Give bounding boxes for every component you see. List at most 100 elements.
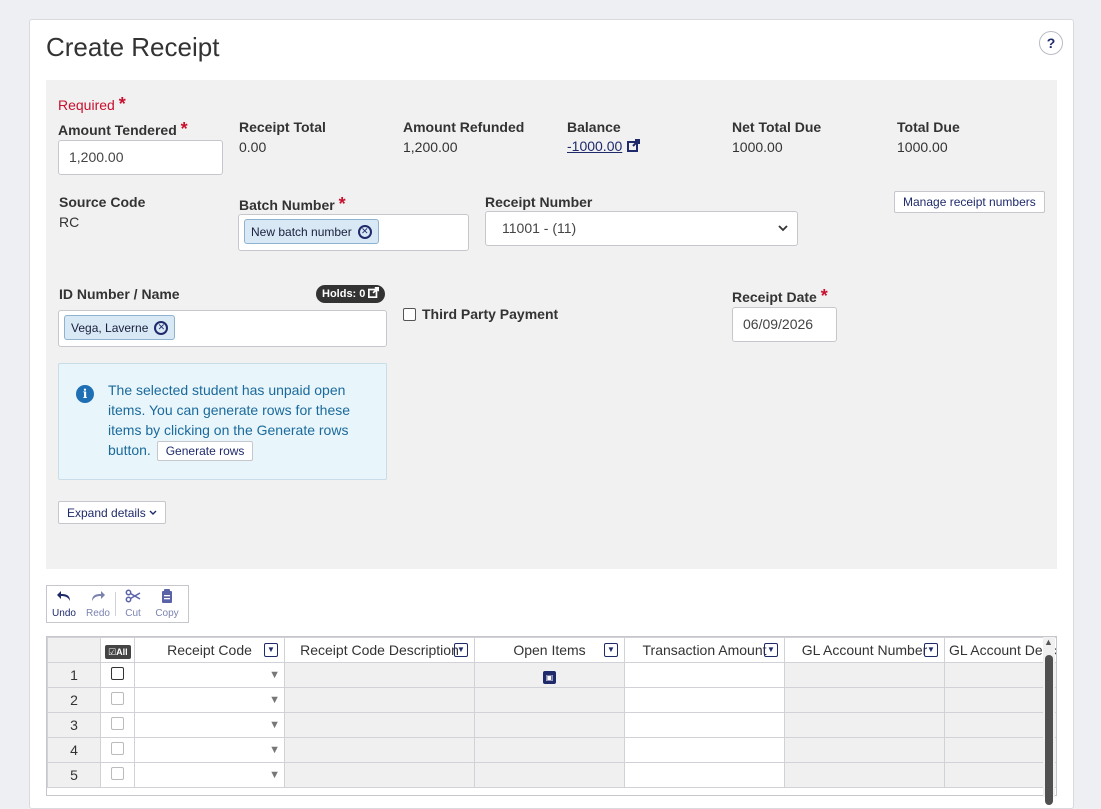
table-row: 4 ▼ — [47, 737, 1056, 763]
transaction-amount-cell[interactable] — [624, 662, 785, 688]
receipt-number-select[interactable]: 11001 - (11) — [485, 211, 798, 246]
student-tag: Vega, Laverne ✕ — [64, 315, 176, 340]
undo-button[interactable]: Undo — [47, 586, 81, 622]
receipt-code-description-cell — [284, 712, 475, 738]
balance-value[interactable]: -1000.00 — [567, 138, 622, 154]
dropdown-arrow-icon[interactable]: ▼ — [269, 694, 280, 706]
third-party-payment[interactable]: Third Party Payment — [403, 306, 558, 322]
receipt-total-value: 0.00 — [239, 139, 267, 155]
open-items-cell — [474, 687, 625, 713]
batch-number-tag: New batch number ✕ — [244, 219, 379, 244]
transaction-amount-cell[interactable] — [624, 687, 785, 713]
scroll-up-icon[interactable]: ▲ — [1044, 637, 1053, 647]
gl-account-number-cell — [784, 687, 945, 713]
gl-account-description-cell — [944, 712, 1056, 738]
expand-details-button[interactable]: Expand details — [58, 501, 167, 524]
redo-icon — [90, 589, 106, 606]
net-total-due-label: Net Total Due — [732, 119, 822, 135]
amount-tendered-label: Amount Tendered * — [58, 119, 188, 139]
column-header-gl-account-number[interactable]: GL Account Number ▼ — [784, 637, 945, 663]
id-number-label: ID Number / Name — [59, 286, 180, 302]
amount-tendered-input[interactable]: 1,200.00 — [58, 140, 223, 175]
transaction-amount-cell[interactable] — [624, 712, 785, 738]
receipt-code-cell[interactable]: ▼ — [134, 712, 285, 738]
undo-icon — [56, 589, 72, 606]
dropdown-arrow-icon[interactable]: ▼ — [269, 744, 280, 756]
row-checkbox[interactable] — [111, 667, 124, 680]
receipt-number-label: Receipt Number — [485, 194, 593, 210]
total-due-label: Total Due — [897, 119, 960, 135]
amount-refunded-label: Amount Refunded — [403, 119, 525, 135]
gl-account-description-cell — [944, 662, 1056, 688]
cut-button[interactable]: Cut — [116, 586, 150, 622]
table-row: 2 ▼ — [47, 687, 1056, 713]
remove-tag-icon[interactable]: ✕ — [357, 224, 372, 239]
external-link-icon[interactable] — [626, 139, 640, 157]
total-due-value: 1000.00 — [897, 139, 948, 155]
select-all-header[interactable]: ☑All — [100, 637, 135, 663]
column-menu-icon[interactable]: ▼ — [454, 643, 468, 657]
chevron-down-icon — [777, 212, 789, 258]
column-menu-icon[interactable]: ▼ — [924, 643, 938, 657]
row-number: 2 — [47, 687, 101, 713]
scrollbar-thumb[interactable] — [1045, 655, 1053, 805]
page-title: Create Receipt — [46, 32, 220, 62]
grid-vertical-scrollbar[interactable]: ▲ — [1043, 637, 1055, 805]
balance-label: Balance — [567, 119, 621, 135]
help-button[interactable]: ? — [1039, 31, 1063, 55]
select-all-chip[interactable]: ☑All — [105, 644, 131, 659]
dropdown-arrow-icon[interactable]: ▼ — [269, 769, 280, 781]
grid-toolbar: Undo Redo Cut Copy — [46, 585, 189, 623]
column-header-gl-account-description[interactable]: GL Account Description — [944, 637, 1056, 663]
holds-badge[interactable]: Holds: 0 — [316, 285, 386, 303]
batch-number-input[interactable]: New batch number ✕ — [238, 214, 469, 251]
clipboard-icon — [160, 589, 174, 606]
column-menu-icon[interactable]: ▼ — [764, 643, 778, 657]
receipt-code-cell[interactable]: ▼ — [134, 662, 285, 688]
third-party-checkbox[interactable] — [403, 307, 416, 321]
receipt-code-description-cell — [284, 737, 475, 763]
row-number: 3 — [47, 712, 101, 738]
column-menu-icon[interactable]: ▼ — [264, 643, 278, 657]
row-checkbox[interactable] — [111, 767, 124, 780]
third-party-label: Third Party Payment — [422, 306, 559, 322]
column-header-transaction-amount[interactable]: Transaction Amount ▼ — [624, 637, 785, 663]
row-checkbox[interactable] — [111, 692, 124, 705]
net-total-due-value: 1000.00 — [732, 139, 783, 155]
receipt-date-input[interactable]: 06/09/2026 — [732, 307, 837, 342]
row-number-header — [47, 637, 101, 663]
copy-button[interactable]: Copy — [150, 586, 184, 622]
receipt-code-cell[interactable]: ▼ — [134, 737, 285, 763]
dropdown-arrow-icon[interactable]: ▼ — [269, 719, 280, 731]
dropdown-arrow-icon[interactable]: ▼ — [269, 669, 280, 681]
row-checkbox[interactable] — [111, 742, 124, 755]
row-number: 1 — [47, 662, 101, 688]
table-row: 3 ▼ — [47, 712, 1056, 738]
remove-tag-icon[interactable]: ✕ — [154, 320, 169, 335]
row-checkbox[interactable] — [111, 717, 124, 730]
amount-refunded-value: 1,200.00 — [403, 139, 458, 155]
column-menu-icon[interactable]: ▼ — [604, 643, 618, 657]
required-star: * — [338, 194, 346, 214]
balance-link[interactable]: -1000.00 — [567, 138, 640, 157]
receipt-code-cell[interactable]: ▼ — [134, 687, 285, 713]
info-icon: i — [76, 385, 94, 403]
required-legend: Required * — [58, 94, 126, 114]
redo-button[interactable]: Redo — [81, 586, 115, 622]
gl-account-description-cell — [944, 737, 1056, 763]
column-header-open-items[interactable]: Open Items ▼ — [474, 637, 625, 663]
gl-account-number-cell — [784, 712, 945, 738]
column-header-receipt-code-description[interactable]: Receipt Code Description ▼ — [284, 637, 475, 663]
batch-number-label: Batch Number * — [239, 194, 346, 214]
receipt-lines-grid: ☑All Receipt Code ▼ Receipt Code Descript… — [46, 636, 1057, 796]
chevron-down-icon — [149, 505, 157, 519]
column-header-receipt-code[interactable]: Receipt Code ▼ — [134, 637, 285, 663]
source-code-value: RC — [59, 214, 80, 230]
manage-receipt-numbers-button[interactable]: Manage receipt numbers — [894, 191, 1045, 213]
transaction-amount-cell[interactable] — [624, 737, 785, 763]
open-items-icon[interactable]: ▣ — [543, 670, 556, 684]
generate-rows-button[interactable]: Generate rows — [156, 441, 254, 461]
required-star: * — [180, 119, 188, 139]
id-number-input[interactable]: Vega, Laverne ✕ — [58, 310, 387, 347]
receipt-code-description-cell — [284, 662, 475, 688]
